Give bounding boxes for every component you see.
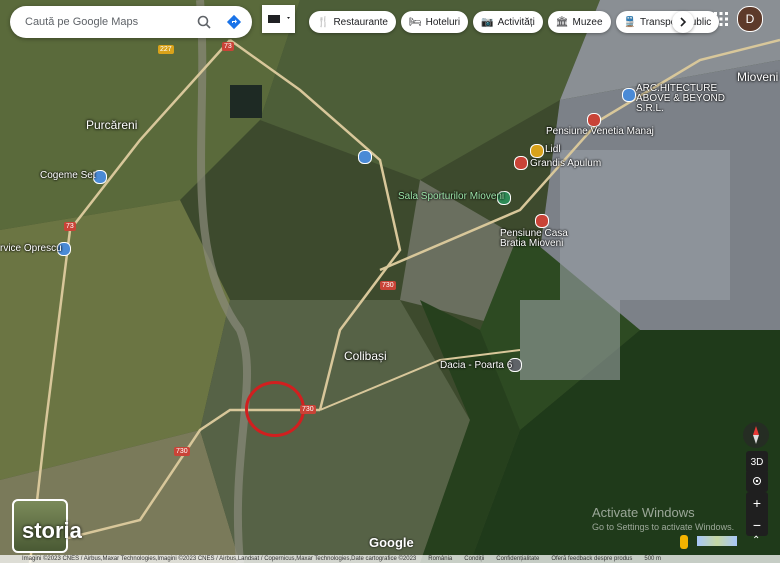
- bed-icon: 🛏: [408, 16, 422, 28]
- highlight-circle: [245, 381, 305, 437]
- chip-museums[interactable]: 🏛 Muzee: [547, 11, 611, 33]
- category-chips: 🍴 Restaurante 🛏 Hoteluri 📷 Activități 🏛 Muze…: [309, 11, 720, 33]
- attribution-text: Imagini ©2023 CNES / Airbus,Maxar Techno…: [22, 556, 417, 562]
- hotel-pin-icon[interactable]: [587, 113, 601, 127]
- chip-label: Restaurante: [333, 16, 388, 28]
- road-badge: 730: [174, 447, 190, 456]
- transit-pin-icon[interactable]: [358, 150, 372, 164]
- town-label: Mioveni: [737, 70, 779, 84]
- zoom-control: + −: [746, 492, 768, 536]
- road-badge: 730: [380, 281, 396, 290]
- place-label: Dacia - Poarta 6: [440, 360, 513, 371]
- chip-hotels[interactable]: 🛏 Hoteluri: [400, 11, 469, 33]
- train-icon: 🚆: [623, 16, 636, 28]
- camera-icon: 📷: [481, 16, 494, 28]
- country-link[interactable]: România: [428, 556, 452, 562]
- compass-icon[interactable]: [743, 422, 769, 448]
- footer-bar: Imagini ©2023 CNES / Airbus,Maxar Techno…: [0, 555, 780, 563]
- feedback-link[interactable]: Oferă feedback despre produs: [551, 556, 632, 562]
- place-label: Pensiune Venetia Manaj: [546, 126, 654, 137]
- watermark-subtitle: Go to Settings to activate Windows.: [592, 522, 735, 532]
- scale-bar[interactable]: 500 m: [644, 556, 661, 562]
- road-badge: 73: [222, 42, 234, 51]
- chip-activities[interactable]: 📷 Activități: [473, 11, 543, 33]
- storia-logo: storia: [22, 518, 82, 543]
- place-label: Lidl: [545, 144, 561, 155]
- chip-transit[interactable]: 🚆 Transport public: [615, 11, 720, 33]
- place-label: Sala Sporturilor Mioveni: [398, 191, 505, 202]
- chip-label: Activități: [497, 16, 535, 28]
- chip-label: Muzee: [572, 16, 603, 28]
- chip-restaurants[interactable]: 🍴 Restaurante: [309, 11, 396, 33]
- road-badge: 73: [64, 222, 76, 231]
- search-box[interactable]: Caută pe Google Maps: [10, 6, 252, 38]
- account-avatar[interactable]: D: [737, 6, 763, 32]
- windows-watermark: Activate Windows Go to Settings to activ…: [592, 505, 734, 532]
- privacy-link[interactable]: Confidențialitate: [496, 556, 539, 562]
- road-badge: 730: [300, 405, 316, 414]
- town-label: Colibași: [344, 349, 387, 363]
- place-label: Cogeme Set: [40, 170, 96, 181]
- google-logo: Google: [369, 535, 414, 550]
- chevron-right-icon: [680, 17, 687, 27]
- chip-label: Hoteluri: [425, 16, 461, 28]
- directions-icon[interactable]: [222, 10, 246, 34]
- museum-icon: 🏛: [555, 16, 569, 28]
- place-label: Pensiune Casa Bratia Mioveni: [500, 228, 568, 249]
- crosshair-icon: [753, 477, 761, 485]
- zoom-in-button[interactable]: +: [746, 492, 768, 514]
- place-label: Grandis Apulum: [530, 158, 602, 169]
- apps-grid-icon[interactable]: [713, 11, 729, 27]
- search-icon[interactable]: [192, 10, 216, 34]
- road-badge: 227: [158, 45, 174, 54]
- search-input[interactable]: Caută pe Google Maps: [25, 16, 192, 28]
- place-label: rvice Oprescu: [0, 243, 62, 254]
- place-pin-icon[interactable]: [622, 88, 636, 102]
- chips-next-button[interactable]: [672, 11, 694, 33]
- layers-button[interactable]: [262, 5, 295, 33]
- watermark-title: Activate Windows: [592, 505, 695, 520]
- place-label: ARC.HITECTURE ABOVE & BEYOND S.R.L.: [636, 83, 725, 114]
- pegman-icon[interactable]: [680, 535, 688, 549]
- zoom-out-button[interactable]: −: [746, 514, 768, 536]
- terms-link[interactable]: Condiții: [464, 556, 484, 562]
- layer-thumbnails[interactable]: [697, 536, 737, 546]
- expand-chevron-icon[interactable]: ⌃: [752, 535, 760, 546]
- hotel-pin-icon[interactable]: [535, 214, 549, 228]
- fork-knife-icon: 🍴: [317, 16, 330, 28]
- town-label: Purcăreni: [86, 118, 138, 132]
- shop-pin-icon[interactable]: [530, 144, 544, 158]
- my-location-button[interactable]: [746, 470, 768, 492]
- hotel-pin-icon[interactable]: [514, 156, 528, 170]
